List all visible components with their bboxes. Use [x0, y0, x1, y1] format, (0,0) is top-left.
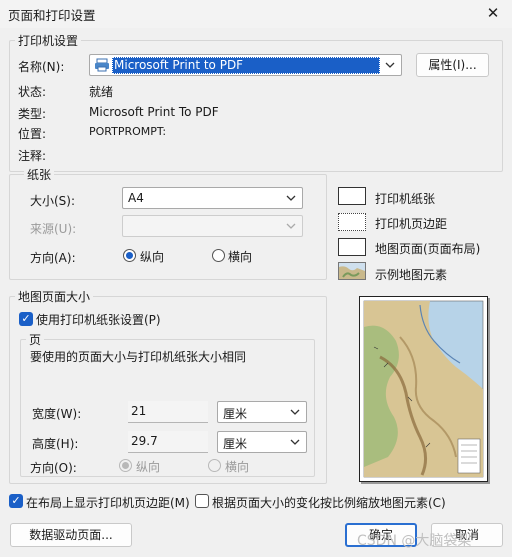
scale-elements-label: 根据页面大小的变化按比例缩放地图元素(C) — [212, 496, 446, 510]
height-unit-value: 厘米 — [223, 437, 248, 451]
paper-source-label: 来源(U): — [30, 222, 77, 236]
printer-name-label: 名称(N): — [18, 60, 65, 74]
map-page-size-label: 地图页面大小 — [15, 288, 94, 305]
map-portrait-label: 纵向 — [136, 460, 161, 474]
scale-elements-checkbox[interactable] — [195, 494, 209, 508]
printer-margin-icon — [338, 213, 366, 231]
printer-name-select[interactable]: Microsoft Print to PDF — [89, 54, 402, 76]
chevron-down-icon — [384, 58, 396, 72]
legend-map-page: 地图页面(页面布局) — [375, 242, 481, 256]
use-printer-paper-checkbox[interactable]: ✓ — [19, 312, 33, 326]
paper-portrait-radio[interactable] — [123, 249, 136, 262]
width-unit-value: 厘米 — [223, 407, 248, 421]
paper-portrait-label: 纵向 — [140, 250, 165, 264]
paper-source-select[interactable] — [122, 215, 303, 237]
paper-landscape-label: 横向 — [228, 250, 253, 264]
chevron-down-icon — [289, 405, 301, 419]
paper-size-select[interactable]: A4 — [122, 187, 303, 209]
width-unit-select[interactable]: 厘米 — [217, 401, 307, 423]
printer-paper-icon — [338, 187, 366, 205]
map-page-icon — [338, 238, 366, 256]
paper-label: 纸张 — [24, 166, 55, 183]
page-note: 要使用的页面大小与打印机纸张大小相同 — [30, 350, 247, 364]
map-portrait-radio[interactable] — [119, 459, 132, 472]
printer-name-value: Microsoft Print to PDF — [112, 57, 380, 74]
type-label: 类型: — [18, 107, 47, 121]
height-label: 高度(H): — [32, 437, 79, 451]
paper-landscape-radio[interactable] — [212, 249, 225, 262]
paper-size-label: 大小(S): — [30, 194, 76, 208]
legend-printer-margin: 打印机页边距 — [375, 217, 448, 231]
width-value: 21 — [131, 404, 147, 418]
chevron-down-icon — [289, 435, 301, 449]
close-icon[interactable]: ✕ — [482, 3, 504, 23]
printer-settings-label: 打印机设置 — [15, 32, 82, 49]
width-field[interactable]: 21 — [128, 401, 208, 423]
height-field[interactable]: 29.7 — [128, 431, 208, 453]
status-value: 就绪 — [89, 85, 114, 99]
width-label: 宽度(W): — [32, 407, 82, 421]
sample-map-element-icon — [338, 262, 366, 280]
watermark: CSDN @大脑袋梨 — [357, 533, 472, 549]
properties-button[interactable]: 属性(I)... — [416, 53, 489, 77]
window-title: 页面和打印设置 — [8, 8, 96, 23]
data-driven-pages-button[interactable]: 数据驱动页面... — [10, 523, 132, 547]
paper-size-value: A4 — [128, 191, 144, 205]
chevron-down-icon — [285, 219, 297, 233]
chevron-down-icon — [285, 191, 297, 205]
status-label: 状态: — [18, 85, 47, 99]
map-landscape-label: 横向 — [225, 460, 250, 474]
show-margins-checkbox[interactable]: ✓ — [9, 494, 23, 508]
legend-printer-paper: 打印机纸张 — [375, 192, 436, 206]
printer-icon — [94, 58, 110, 72]
height-value: 29.7 — [131, 434, 158, 448]
location-label: 位置: — [18, 127, 47, 141]
use-printer-paper-label: 使用打印机纸张设置(P) — [36, 313, 161, 327]
show-margins-label: 在布局上显示打印机页边距(M) — [26, 496, 190, 510]
legend-sample-map-element: 示例地图元素 — [375, 268, 448, 282]
map-page-preview — [359, 296, 488, 482]
map-orientation-label: 方向(O): — [30, 461, 77, 475]
height-unit-select[interactable]: 厘米 — [217, 431, 307, 453]
location-value: PORTPROMPT: — [89, 125, 167, 138]
paper-orientation-label: 方向(A): — [30, 251, 76, 265]
map-landscape-radio[interactable] — [208, 459, 221, 472]
comment-label: 注释: — [18, 149, 47, 163]
page-label: 页 — [26, 331, 45, 348]
type-value: Microsoft Print To PDF — [89, 105, 219, 119]
